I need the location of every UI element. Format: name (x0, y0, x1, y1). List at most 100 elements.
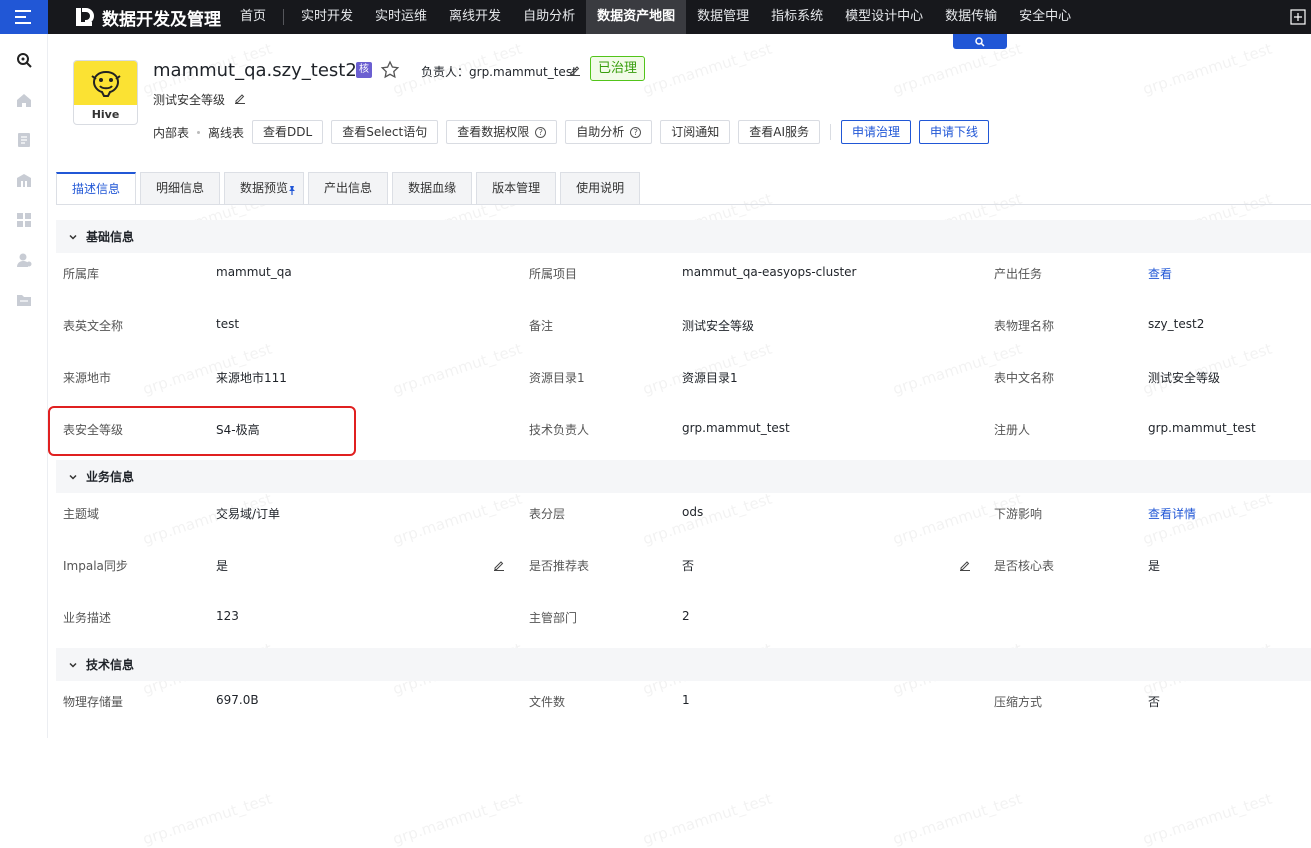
owner-label: 负责人： (421, 65, 470, 79)
tab-item[interactable]: 明细信息 (140, 172, 221, 205)
core-table-badge: 核 (356, 62, 372, 78)
nav-separator (283, 9, 285, 25)
nav-item[interactable]: 实时开发 (290, 0, 364, 34)
rail-building-icon[interactable] (0, 160, 48, 200)
watermark-text: grp.mammut_test (390, 789, 525, 848)
nav-item[interactable]: 指标系统 (760, 0, 834, 34)
view-permission-button[interactable]: 查看数据权限? (446, 120, 558, 144)
field-label: 来源地市 (63, 371, 112, 385)
field-label: 所属项目 (529, 267, 578, 281)
nav-item[interactable]: 安全中心 (1008, 0, 1082, 34)
field-value: 2 (682, 609, 690, 623)
field-label: 压缩方式 (994, 695, 1043, 709)
tab-item[interactable]: 数据预览 (224, 172, 305, 207)
field-label: 是否推荐表 (529, 559, 590, 573)
rail-folder-icon[interactable] (0, 280, 48, 320)
nav-item[interactable]: 模型设计中心 (834, 0, 934, 34)
help-icon: ? (630, 126, 642, 138)
view-ai-service-button[interactable]: 查看AI服务 (738, 120, 821, 144)
table-title: mammut_qa.szy_test2 (153, 60, 357, 81)
edit-subtitle-icon[interactable] (234, 92, 246, 107)
field-label: 表中文名称 (994, 371, 1055, 385)
owner-value: grp.mammut_test (469, 65, 577, 79)
table-subtitle: 测试安全等级 (153, 93, 226, 107)
logo-icon (76, 8, 94, 26)
table-kind: 离线表 (208, 125, 245, 140)
rail-user-icon[interactable] (0, 240, 48, 280)
field-label: Impala同步 (63, 559, 128, 573)
governed-badge: 已治理 (590, 56, 646, 81)
field-value: grp.mammut_test (1148, 421, 1256, 435)
menu-toggle-button[interactable] (0, 0, 48, 34)
tab-item[interactable]: 描述信息 (56, 172, 137, 205)
tabs-divider (56, 204, 1311, 205)
hive-logo: Hive (73, 60, 138, 125)
apply-offline-button[interactable]: 申请下线 (919, 120, 990, 144)
hive-label: Hive (91, 108, 120, 121)
section-tech[interactable]: 技术信息 (56, 648, 1311, 681)
nav-item[interactable]: 实时运维 (364, 0, 438, 34)
field-label: 文件数 (529, 695, 566, 709)
hamburger-icon (15, 10, 31, 24)
app-logo[interactable]: 数据开发及管理 (72, 5, 221, 30)
rail-home-icon[interactable] (0, 80, 48, 120)
nav-item[interactable]: 首页 (229, 0, 277, 34)
field-label: 产出任务 (994, 267, 1043, 281)
nav-item[interactable]: 数据管理 (686, 0, 760, 34)
self-analysis-button[interactable]: 自助分析? (565, 120, 653, 144)
view-ddl-button[interactable]: 查看DDL (252, 120, 324, 144)
field-value: 是 (216, 559, 229, 573)
rail-list-icon[interactable] (0, 120, 48, 160)
owner-info: 负责人：grp.mammut_test (421, 63, 577, 80)
nav-item[interactable]: 自助分析 (512, 0, 586, 34)
field-label: 业务描述 (63, 611, 112, 625)
tab-item[interactable]: 版本管理 (476, 172, 557, 205)
chevron-down-icon (69, 474, 77, 480)
field-link[interactable]: 查看详情 (1148, 505, 1196, 522)
hive-bee-icon (90, 70, 121, 97)
view-select-button[interactable]: 查看Select语句 (331, 120, 439, 144)
global-search-button[interactable] (953, 34, 1007, 49)
field-label: 表物理名称 (994, 319, 1055, 333)
edit-recommend-icon[interactable] (959, 559, 971, 574)
apply-governance-button[interactable]: 申请治理 (841, 120, 912, 144)
field-label: 主管部门 (529, 611, 578, 625)
tab-item[interactable]: 产出信息 (308, 172, 389, 205)
search-icon (975, 36, 985, 47)
field-value: 测试安全等级 (682, 319, 755, 333)
field-link[interactable]: 查看 (1148, 265, 1172, 282)
field-label: 主题域 (63, 507, 100, 521)
rail-grid-icon[interactable] (0, 200, 48, 240)
nav-item[interactable]: 数据资产地图 (586, 0, 687, 34)
tab-item[interactable]: 使用说明 (560, 172, 641, 205)
field-value: grp.mammut_test (682, 421, 790, 435)
field-value: 否 (682, 559, 695, 573)
tab-item[interactable]: 数据血缘 (392, 172, 473, 205)
rail-search-icon[interactable] (0, 40, 48, 80)
add-window-button[interactable] (1285, 0, 1311, 34)
edit-owner-icon[interactable] (569, 64, 581, 79)
pin-icon[interactable] (287, 176, 297, 207)
table-header: Hive mammut_qa.szy_test2 核 负责人：grp.mammu… (48, 34, 1311, 154)
section-basic[interactable]: 基础信息 (56, 220, 1311, 253)
field-label: 所属库 (63, 267, 100, 281)
separator-dot (197, 130, 201, 134)
add-window-icon (1290, 9, 1306, 25)
watermark-text: grp.mammut_test (640, 489, 775, 549)
watermark-text: grp.mammut_test (140, 789, 275, 848)
edit-impala-sync-icon[interactable] (493, 559, 505, 574)
nav-item[interactable]: 数据传输 (934, 0, 1008, 34)
field-label: 表英文全称 (63, 319, 124, 333)
favorite-star-icon[interactable] (380, 60, 400, 83)
left-rail (0, 34, 48, 738)
subscribe-button[interactable]: 订阅通知 (660, 120, 731, 144)
field-label: 技术负责人 (529, 423, 590, 437)
field-label: 注册人 (994, 423, 1031, 437)
section-business[interactable]: 业务信息 (56, 460, 1311, 493)
main-nav: 首页 实时开发 实时运维 离线开发 自助分析 数据资产地图 数据管理 指标系统 模型设计中心 数据… (229, 0, 1082, 34)
watermark-text: grp.mammut_test (640, 789, 775, 848)
field-value: test (216, 317, 240, 331)
nav-item[interactable]: 离线开发 (438, 0, 512, 34)
field-value: 来源地市111 (216, 371, 287, 385)
field-value: 123 (216, 609, 239, 623)
